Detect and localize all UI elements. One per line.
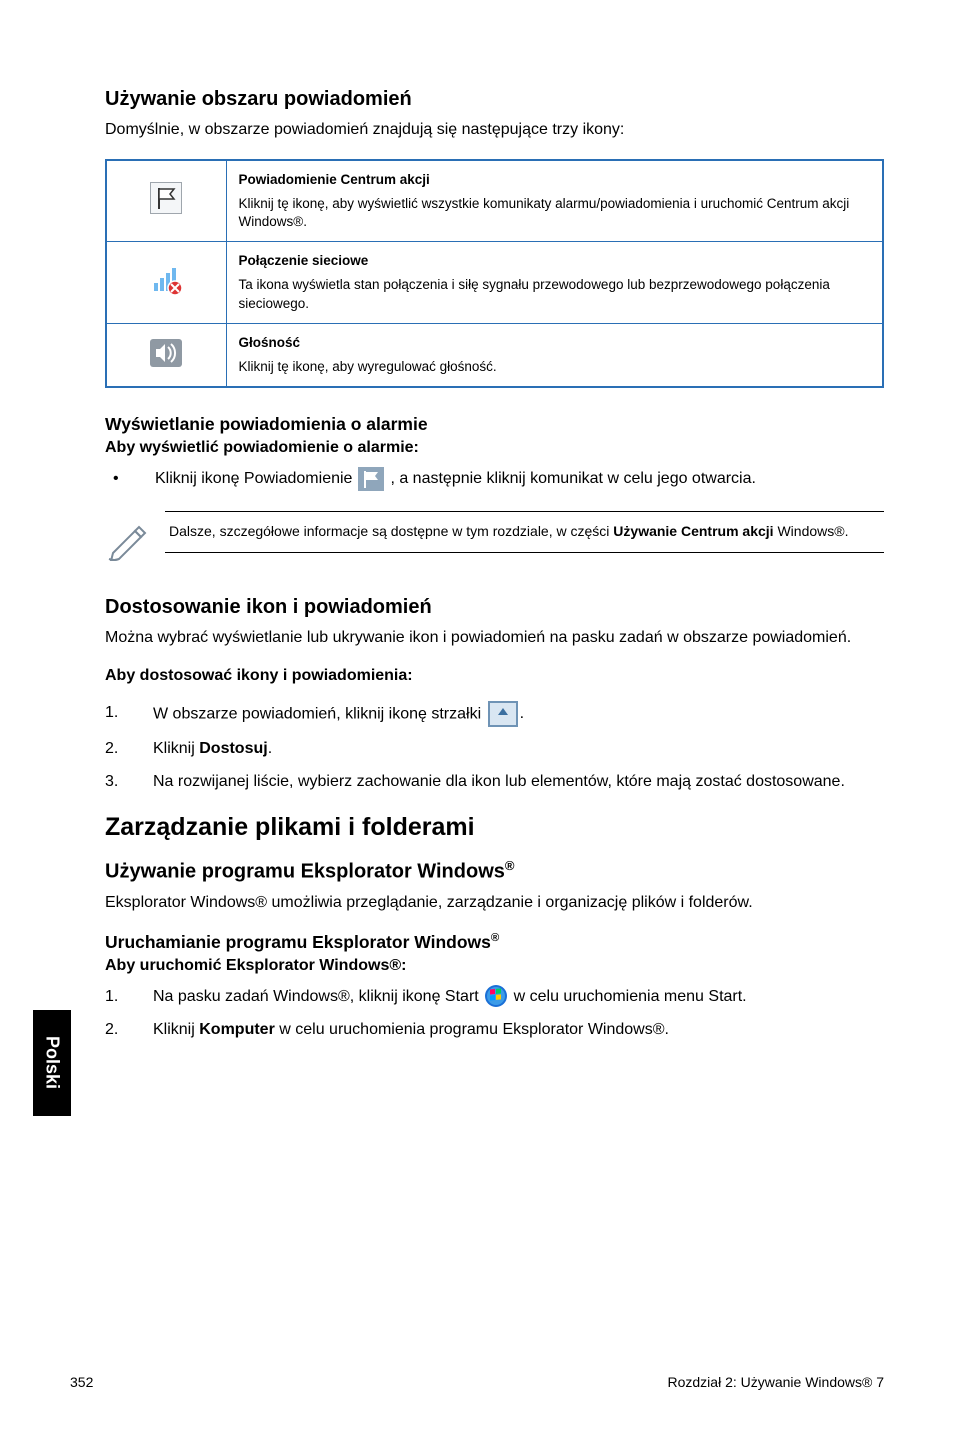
chapter-label: Rozdział 2: Używanie Windows® 7 — [667, 1374, 884, 1390]
notification-area-heading: Używanie obszaru powiadomień — [105, 88, 884, 111]
explorer-heading: Używanie programu Eksplorator Windows® — [105, 858, 884, 884]
launch-steps: Na pasku zadań Windows®, kliknij ikonę S… — [105, 985, 884, 1041]
list-item: Kliknij Dostosuj. — [105, 737, 884, 760]
list-item: Na rozwijanej liście, wybierz zachowanie… — [105, 770, 884, 793]
note-text: Dalsze, szczegółowe informacje są dostęp… — [165, 511, 884, 553]
table-row: Głośność Kliknij tę ikonę, aby wyregulow… — [106, 323, 883, 387]
action-center-desc-cell: Powiadomienie Centrum akcji Kliknij tę i… — [226, 160, 883, 242]
alert-bullet: • Kliknij ikonę Powiadomienie , a następ… — [105, 467, 884, 491]
cell-desc: Ta ikona wyświetla stan połączenia i sił… — [239, 277, 830, 310]
arrow-up-tray-icon — [488, 701, 518, 727]
page-number: 352 — [70, 1374, 93, 1390]
manage-files-heading: Zarządzanie plikami i folderami — [105, 813, 884, 842]
action-center-icon-cell — [106, 160, 226, 242]
list-item: Kliknij Komputer w celu uruchomienia pro… — [105, 1018, 884, 1041]
network-icon — [150, 265, 182, 300]
note-box: Dalsze, szczegółowe informacje są dostęp… — [105, 511, 884, 566]
notification-area-intro: Domyślnie, w obszarze powiadomień znajdu… — [105, 119, 884, 141]
flag-icon — [150, 182, 182, 219]
customize-steps: W obszarze powiadomień, kliknij ikonę st… — [105, 701, 884, 793]
table-row: Połączenie sieciowe Ta ikona wyświetla s… — [106, 242, 883, 324]
alert-sub: Aby wyświetlić powiadomienie o alarmie: — [105, 439, 884, 457]
explorer-intro: Eksplorator Windows® umożliwia przegląda… — [105, 892, 884, 914]
notification-icons-table: Powiadomienie Centrum akcji Kliknij tę i… — [105, 159, 884, 389]
list-item: Na pasku zadań Windows®, kliknij ikonę S… — [105, 985, 884, 1008]
bullet-pre-text: Kliknij ikonę Powiadomienie — [155, 470, 352, 488]
customize-intro: Można wybrać wyświetlanie lub ukrywanie … — [105, 627, 884, 649]
customize-sub: Aby dostosować ikony i powiadomienia: — [105, 667, 884, 685]
bullet-post-text: , a następnie kliknij komunikat w celu j… — [390, 470, 756, 488]
cell-desc: Kliknij tę ikonę, aby wyświetlić wszystk… — [239, 196, 850, 229]
pencil-icon — [105, 511, 157, 566]
flag-icon — [358, 467, 384, 491]
list-item: W obszarze powiadomień, kliknij ikonę st… — [105, 701, 884, 727]
windows-start-icon — [485, 985, 507, 1007]
page-footer: 352 Rozdział 2: Używanie Windows® 7 — [70, 1374, 884, 1390]
volume-icon-cell — [106, 323, 226, 387]
cell-title: Powiadomienie Centrum akcji — [239, 171, 871, 189]
network-icon-cell — [106, 242, 226, 324]
table-row: Powiadomienie Centrum akcji Kliknij tę i… — [106, 160, 883, 242]
customize-heading: Dostosowanie ikon i powiadomień — [105, 596, 884, 619]
network-desc-cell: Połączenie sieciowe Ta ikona wyświetla s… — [226, 242, 883, 324]
cell-desc: Kliknij tę ikonę, aby wyregulować głośno… — [239, 359, 497, 374]
language-side-tab: Polski — [33, 1010, 71, 1116]
speaker-icon — [150, 339, 182, 372]
cell-title: Połączenie sieciowe — [239, 252, 871, 270]
alert-heading: Wyświetlanie powiadomienia o alarmie — [105, 414, 884, 435]
volume-desc-cell: Głośność Kliknij tę ikonę, aby wyregulow… — [226, 323, 883, 387]
bullet-marker: • — [113, 470, 131, 488]
cell-title: Głośność — [239, 334, 871, 352]
launch-explorer-sub: Aby uruchomić Eksplorator Windows®: — [105, 957, 884, 975]
launch-explorer-heading: Uruchamianie programu Eksplorator Window… — [105, 932, 884, 953]
